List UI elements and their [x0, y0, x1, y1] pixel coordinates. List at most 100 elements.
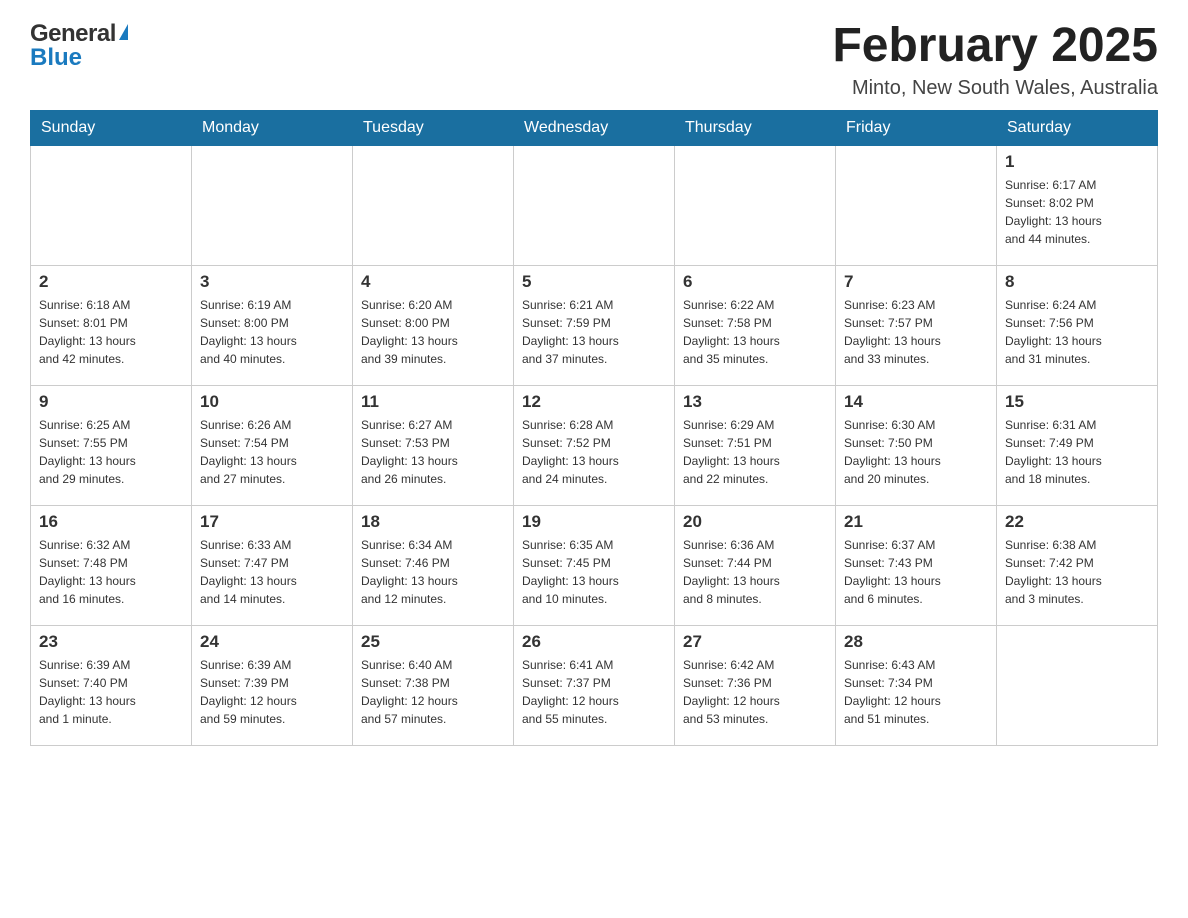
calendar-cell: 19 Sunrise: 6:35 AMSunset: 7:45 PMDayligh… [514, 505, 675, 625]
day-number: 25 [361, 632, 505, 652]
day-number: 28 [844, 632, 988, 652]
col-header-wednesday: Wednesday [514, 110, 675, 145]
page-subtitle: Minto, New South Wales, Australia [832, 77, 1158, 100]
calendar-cell: 10 Sunrise: 6:26 AMSunset: 7:54 PMDayligh… [192, 385, 353, 505]
day-number: 17 [200, 512, 344, 532]
day-number: 21 [844, 512, 988, 532]
calendar-cell: 16 Sunrise: 6:32 AMSunset: 7:48 PMDayligh… [31, 505, 192, 625]
sun-info: Sunrise: 6:30 AMSunset: 7:50 PMDaylight:… [844, 416, 988, 488]
sun-info: Sunrise: 6:28 AMSunset: 7:52 PMDaylight:… [522, 416, 666, 488]
day-number: 15 [1005, 392, 1149, 412]
calendar-week-row: 1 Sunrise: 6:17 AMSunset: 8:02 PMDaylight… [31, 145, 1158, 265]
calendar-week-row: 9Sunrise: 6:25 AMSunset: 7:55 PMDaylight… [31, 385, 1158, 505]
calendar-cell: 24 Sunrise: 6:39 AMSunset: 7:39 PMDayligh… [192, 625, 353, 745]
calendar-cell: 18 Sunrise: 6:34 AMSunset: 7:46 PMDayligh… [353, 505, 514, 625]
calendar-cell: 17 Sunrise: 6:33 AMSunset: 7:47 PMDayligh… [192, 505, 353, 625]
calendar-cell: 1 Sunrise: 6:17 AMSunset: 8:02 PMDaylight… [997, 145, 1158, 265]
day-number: 24 [200, 632, 344, 652]
logo: General Blue [30, 20, 128, 72]
calendar-cell: 11 Sunrise: 6:27 AMSunset: 7:53 PMDayligh… [353, 385, 514, 505]
calendar-cell [997, 625, 1158, 745]
calendar-cell [836, 145, 997, 265]
sun-info: Sunrise: 6:26 AMSunset: 7:54 PMDaylight:… [200, 416, 344, 488]
calendar-cell: 15 Sunrise: 6:31 AMSunset: 7:49 PMDayligh… [997, 385, 1158, 505]
sun-info: Sunrise: 6:21 AMSunset: 7:59 PMDaylight:… [522, 296, 666, 368]
logo-blue-text: Blue [30, 44, 82, 72]
calendar-week-row: 2 Sunrise: 6:18 AMSunset: 8:01 PMDaylight… [31, 265, 1158, 385]
day-number: 13 [683, 392, 827, 412]
day-number: 12 [522, 392, 666, 412]
day-number: 3 [200, 272, 344, 292]
sun-info: Sunrise: 6:20 AMSunset: 8:00 PMDaylight:… [361, 296, 505, 368]
sun-info: Sunrise: 6:34 AMSunset: 7:46 PMDaylight:… [361, 536, 505, 608]
sun-info: Sunrise: 6:39 AMSunset: 7:39 PMDaylight:… [200, 656, 344, 728]
day-number: 14 [844, 392, 988, 412]
day-number: 23 [39, 632, 183, 652]
sun-info: Sunrise: 6:32 AMSunset: 7:48 PMDaylight:… [39, 536, 183, 608]
day-number: 26 [522, 632, 666, 652]
col-header-friday: Friday [836, 110, 997, 145]
day-number: 2 [39, 272, 183, 292]
day-number: 4 [361, 272, 505, 292]
sun-info: Sunrise: 6:24 AMSunset: 7:56 PMDaylight:… [1005, 296, 1149, 368]
calendar-cell [353, 145, 514, 265]
calendar-cell: 3 Sunrise: 6:19 AMSunset: 8:00 PMDaylight… [192, 265, 353, 385]
col-header-thursday: Thursday [675, 110, 836, 145]
day-number: 19 [522, 512, 666, 532]
day-number: 22 [1005, 512, 1149, 532]
day-number: 5 [522, 272, 666, 292]
sun-info: Sunrise: 6:31 AMSunset: 7:49 PMDaylight:… [1005, 416, 1149, 488]
col-header-monday: Monday [192, 110, 353, 145]
day-number: 1 [1005, 152, 1149, 172]
sun-info: Sunrise: 6:18 AMSunset: 8:01 PMDaylight:… [39, 296, 183, 368]
col-header-tuesday: Tuesday [353, 110, 514, 145]
day-number: 6 [683, 272, 827, 292]
sun-info: Sunrise: 6:23 AMSunset: 7:57 PMDaylight:… [844, 296, 988, 368]
calendar-cell [675, 145, 836, 265]
calendar-cell [31, 145, 192, 265]
calendar-cell: 28Sunrise: 6:43 AMSunset: 7:34 PMDayligh… [836, 625, 997, 745]
day-number: 10 [200, 392, 344, 412]
sun-info: Sunrise: 6:22 AMSunset: 7:58 PMDaylight:… [683, 296, 827, 368]
calendar-cell: 22Sunrise: 6:38 AMSunset: 7:42 PMDayligh… [997, 505, 1158, 625]
calendar-cell: 27Sunrise: 6:42 AMSunset: 7:36 PMDayligh… [675, 625, 836, 745]
day-number: 7 [844, 272, 988, 292]
calendar-cell: 5 Sunrise: 6:21 AMSunset: 7:59 PMDaylight… [514, 265, 675, 385]
calendar-header-row: Sunday Monday Tuesday Wednesday Thursday… [31, 110, 1158, 145]
sun-info: Sunrise: 6:39 AMSunset: 7:40 PMDaylight:… [39, 656, 183, 728]
day-number: 20 [683, 512, 827, 532]
calendar-week-row: 16 Sunrise: 6:32 AMSunset: 7:48 PMDayligh… [31, 505, 1158, 625]
sun-info: Sunrise: 6:17 AMSunset: 8:02 PMDaylight:… [1005, 176, 1149, 248]
col-header-saturday: Saturday [997, 110, 1158, 145]
sun-info: Sunrise: 6:40 AMSunset: 7:38 PMDaylight:… [361, 656, 505, 728]
logo-triangle-icon [119, 24, 128, 40]
calendar-cell: 25 Sunrise: 6:40 AMSunset: 7:38 PMDayligh… [353, 625, 514, 745]
sun-info: Sunrise: 6:29 AMSunset: 7:51 PMDaylight:… [683, 416, 827, 488]
sun-info: Sunrise: 6:41 AMSunset: 7:37 PMDaylight:… [522, 656, 666, 728]
calendar-cell: 6 Sunrise: 6:22 AMSunset: 7:58 PMDaylight… [675, 265, 836, 385]
calendar-cell: 4 Sunrise: 6:20 AMSunset: 8:00 PMDaylight… [353, 265, 514, 385]
sun-info: Sunrise: 6:36 AMSunset: 7:44 PMDaylight:… [683, 536, 827, 608]
sun-info: Sunrise: 6:19 AMSunset: 8:00 PMDaylight:… [200, 296, 344, 368]
day-number: 16 [39, 512, 183, 532]
calendar-week-row: 23 Sunrise: 6:39 AMSunset: 7:40 PMDayligh… [31, 625, 1158, 745]
calendar-cell: 23 Sunrise: 6:39 AMSunset: 7:40 PMDayligh… [31, 625, 192, 745]
sun-info: Sunrise: 6:37 AMSunset: 7:43 PMDaylight:… [844, 536, 988, 608]
day-number: 11 [361, 392, 505, 412]
calendar-cell: 26 Sunrise: 6:41 AMSunset: 7:37 PMDayligh… [514, 625, 675, 745]
calendar-cell: 2 Sunrise: 6:18 AMSunset: 8:01 PMDaylight… [31, 265, 192, 385]
calendar-cell: 8Sunrise: 6:24 AMSunset: 7:56 PMDaylight… [997, 265, 1158, 385]
col-header-sunday: Sunday [31, 110, 192, 145]
day-number: 18 [361, 512, 505, 532]
calendar-cell: 7 Sunrise: 6:23 AMSunset: 7:57 PMDaylight… [836, 265, 997, 385]
page-header: General Blue February 2025 Minto, New So… [30, 20, 1158, 100]
sun-info: Sunrise: 6:35 AMSunset: 7:45 PMDaylight:… [522, 536, 666, 608]
sun-info: Sunrise: 6:27 AMSunset: 7:53 PMDaylight:… [361, 416, 505, 488]
sun-info: Sunrise: 6:25 AMSunset: 7:55 PMDaylight:… [39, 416, 183, 488]
page-title: February 2025 [832, 20, 1158, 73]
calendar-table: Sunday Monday Tuesday Wednesday Thursday… [30, 110, 1158, 746]
calendar-cell [192, 145, 353, 265]
sun-info: Sunrise: 6:33 AMSunset: 7:47 PMDaylight:… [200, 536, 344, 608]
calendar-cell: 21 Sunrise: 6:37 AMSunset: 7:43 PMDayligh… [836, 505, 997, 625]
calendar-cell: 9Sunrise: 6:25 AMSunset: 7:55 PMDaylight… [31, 385, 192, 505]
